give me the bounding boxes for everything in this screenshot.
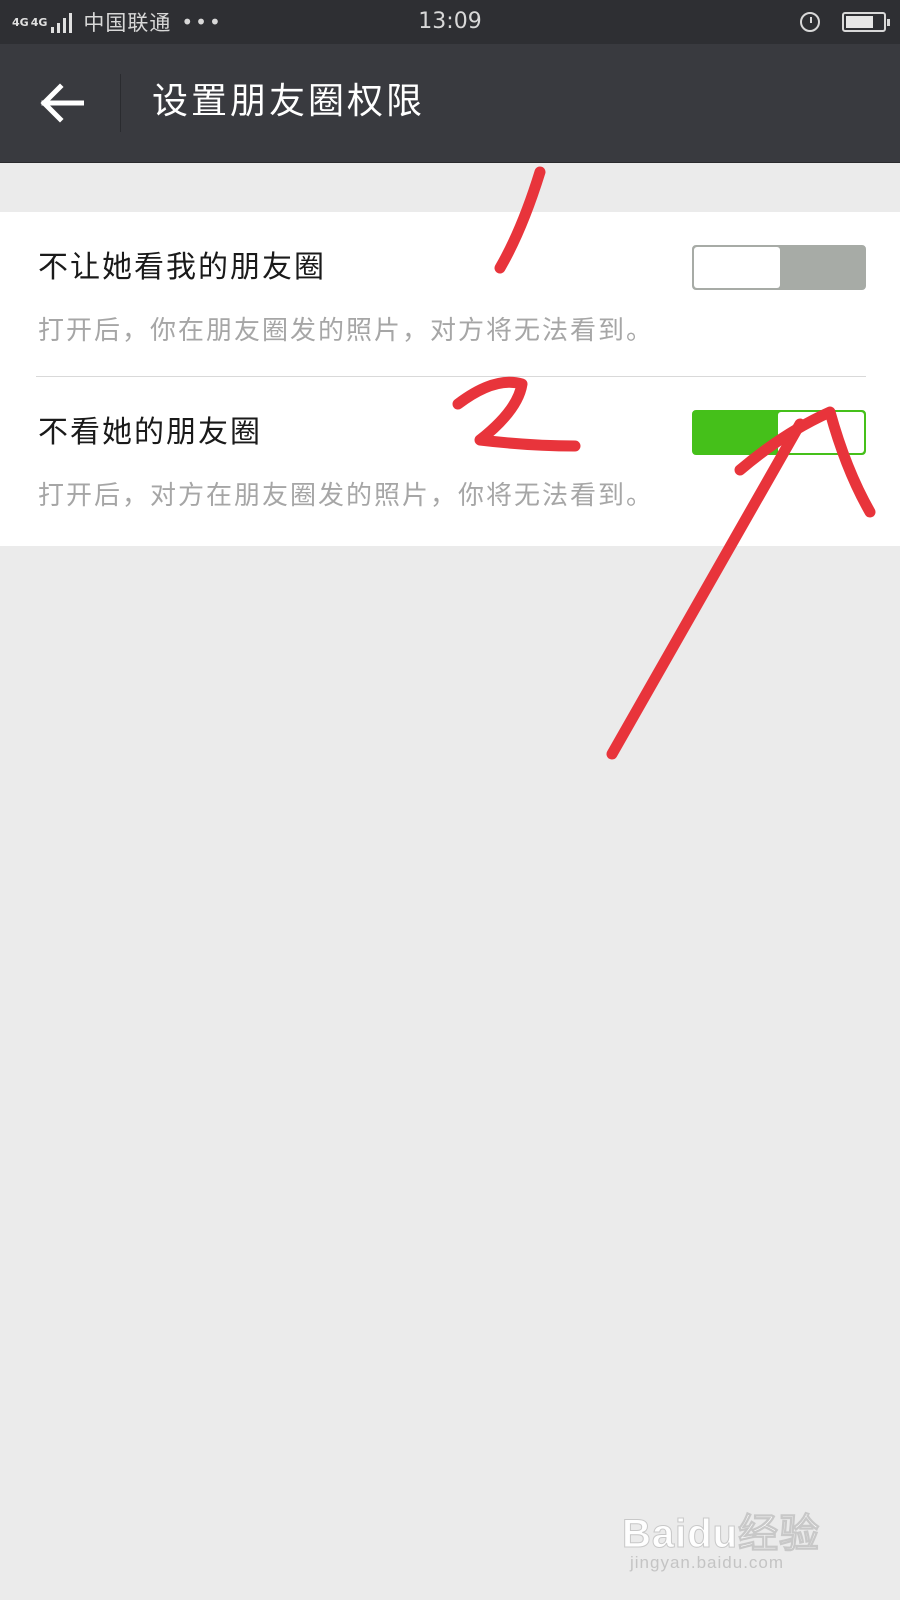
toggle-hide-my-moments[interactable] (692, 245, 866, 290)
settings-card: 不让她看我的朋友圈 打开后，你在朋友圈发的照片，对方将无法看到。 不看她的朋友圈… (0, 212, 900, 546)
setting-row-hide-her-moments: 不看她的朋友圈 打开后，对方在朋友圈发的照片，你将无法看到。 (0, 377, 900, 541)
watermark-logo: Baidu经验 (621, 1512, 821, 1557)
status-right (800, 0, 890, 44)
toggle-knob (778, 412, 864, 453)
arrow-left-icon (40, 83, 84, 123)
setting-title: 不看她的朋友圈 (38, 415, 262, 450)
setting-title: 不让她看我的朋友圈 (38, 250, 326, 285)
setting-description: 打开后，你在朋友圈发的照片，对方将无法看到。 (38, 316, 655, 346)
battery-icon (842, 12, 890, 32)
back-button[interactable] (26, 68, 96, 138)
status-time: 13:09 (418, 9, 482, 34)
toggle-knob (694, 247, 780, 288)
setting-description: 打开后，对方在朋友圈发的照片，你将无法看到。 (38, 481, 655, 511)
toggle-hide-her-moments[interactable] (692, 410, 866, 455)
nav-bar: 设置朋友圈权限 (0, 44, 900, 163)
baidu-watermark: Baidu经验 jingyan.baidu.com (621, 1497, 852, 1577)
setting-row-hide-my-moments: 不让她看我的朋友圈 打开后，你在朋友圈发的照片，对方将无法看到。 (0, 212, 900, 377)
page-title: 设置朋友圈权限 (152, 81, 426, 122)
nav-divider (120, 74, 121, 132)
watermark-url: jingyan.baidu.com (630, 1553, 785, 1572)
status-bar: 4G 4G 中国联通 ••• 13:09 (0, 0, 900, 44)
alarm-icon (800, 12, 820, 32)
